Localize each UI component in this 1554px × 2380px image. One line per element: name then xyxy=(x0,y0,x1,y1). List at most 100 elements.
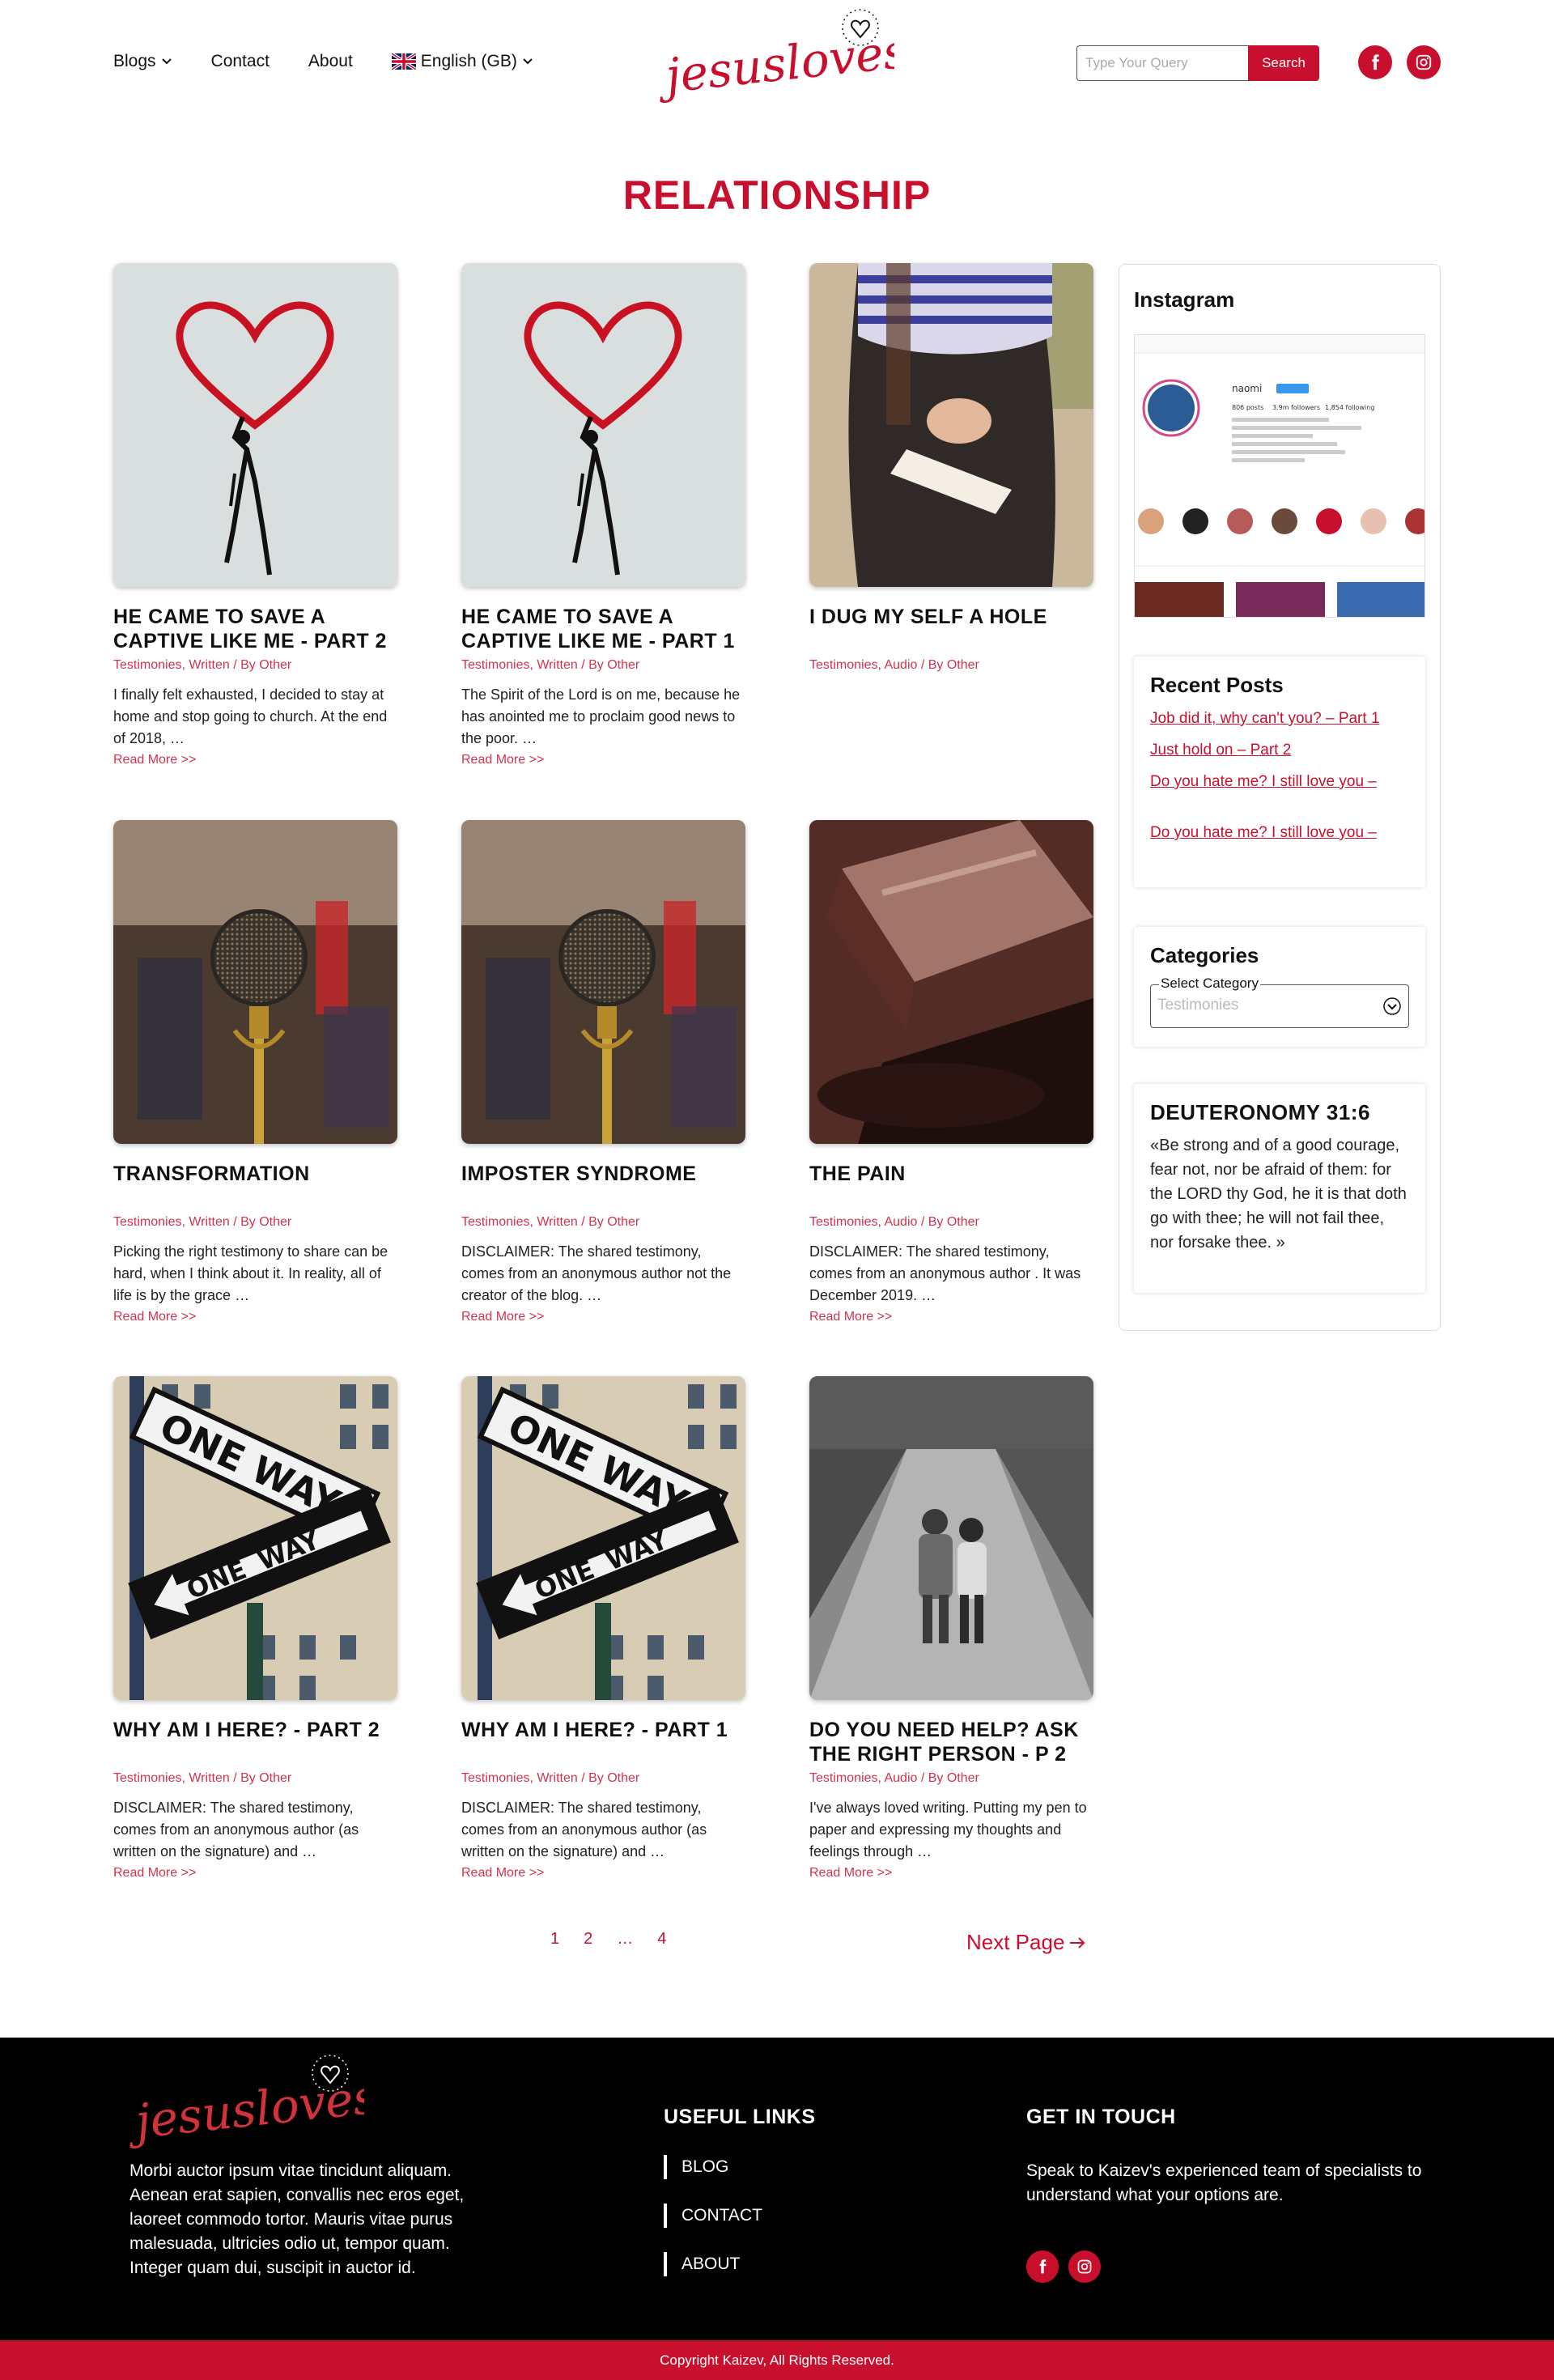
page-link[interactable]: 1 xyxy=(550,1930,559,1949)
categories-heading: Categories xyxy=(1150,943,1259,967)
verse-heading: DEUTERONOMY 31:6 xyxy=(1150,1100,1370,1124)
chevron-down-icon xyxy=(1383,997,1401,1015)
post-meta[interactable]: Testimonies, Written / By Other xyxy=(113,1215,397,1230)
arrow-right-icon xyxy=(1070,1936,1085,1949)
instagram-feed-preview[interactable]: naomi 806 posts 3.9m followers 1,854 fol… xyxy=(1134,334,1425,618)
post-excerpt: DISCLAIMER: The shared testimony, comes … xyxy=(113,1800,359,1859)
footer-link-contact[interactable]: CONTACT xyxy=(664,2204,762,2228)
post-card: WHY AM I HERE? - PART 2 Testimonies, Wri… xyxy=(113,1376,397,1881)
get-in-touch-text: Speak to Kaizev's experienced team of sp… xyxy=(1026,2161,1422,2204)
search-input[interactable] xyxy=(1076,45,1248,81)
svg-text:jesuslovesyou: jesuslovesyou xyxy=(660,15,894,104)
post-title[interactable]: I DUG MY SELF A HOLE xyxy=(809,605,1093,653)
useful-links-heading: USEFUL LINKS xyxy=(664,2106,816,2128)
instagram-icon[interactable] xyxy=(1068,2250,1101,2283)
post-card: HE CAME TO SAVE A CAPTIVE LIKE ME - PART… xyxy=(461,263,745,767)
page-ellipsis: … xyxy=(617,1930,634,1948)
verse-text: «Be strong and of a good courage, fear n… xyxy=(1150,1137,1407,1252)
post-card: THE PAIN Testimonies, Audio / By Other D… xyxy=(809,820,1093,1324)
read-more-link[interactable]: Read More >> xyxy=(113,753,397,767)
chevron-down-icon xyxy=(161,58,172,65)
read-more-link[interactable]: Read More >> xyxy=(809,1310,1093,1324)
read-more-link[interactable]: Read More >> xyxy=(461,753,745,767)
post-thumbnail[interactable] xyxy=(809,1376,1093,1700)
post-meta[interactable]: Testimonies, Audio / By Other xyxy=(809,1771,1093,1786)
post-card: WHY AM I HERE? - PART 1 Testimonies, Wri… xyxy=(461,1376,745,1881)
next-page-link[interactable]: Next Page xyxy=(966,1930,1087,1955)
post-title[interactable]: WHY AM I HERE? - PART 2 xyxy=(113,1718,397,1766)
verse-widget: DEUTERONOMY 31:6 «Be strong and of a goo… xyxy=(1134,1084,1425,1293)
instagram-stat: 1,854 following xyxy=(1325,404,1374,411)
post-thumbnail[interactable] xyxy=(809,263,1093,587)
nav-blogs[interactable]: Blogs xyxy=(113,52,172,71)
search-button[interactable]: Search xyxy=(1248,45,1319,81)
read-more-link[interactable]: Read More >> xyxy=(461,1866,745,1881)
post-excerpt: I finally felt exhausted, I decided to s… xyxy=(113,686,388,746)
footer-link-about[interactable]: ABOUT xyxy=(664,2252,762,2276)
post-thumbnail[interactable] xyxy=(461,820,745,1144)
post-card: IMPOSTER SYNDROME Testimonies, Written /… xyxy=(461,820,745,1324)
post-meta[interactable]: Testimonies, Written / By Other xyxy=(113,658,397,673)
post-title[interactable]: TRANSFORMATION xyxy=(113,1162,397,1210)
recent-post-link[interactable]: Do you hate me? I still love you – xyxy=(1150,771,1409,793)
post-excerpt: Picking the right testimony to share can… xyxy=(113,1243,388,1303)
copyright-bar: Copyright Kaizev, All Rights Reserved. xyxy=(0,2340,1554,2380)
post-thumbnail[interactable] xyxy=(113,820,397,1144)
instagram-stat: 3.9m followers xyxy=(1272,404,1320,411)
sidebar: Instagram naomi 806 posts 3.9m followers… xyxy=(1119,264,1441,1331)
post-thumbnail[interactable] xyxy=(809,820,1093,1144)
recent-post-link[interactable]: Just hold on – Part 2 xyxy=(1150,740,1409,761)
language-selector[interactable]: English (GB) xyxy=(391,52,533,71)
pagination: 1 2 … 4 xyxy=(550,1930,666,1949)
post-meta[interactable]: Testimonies, Written / By Other xyxy=(461,1215,745,1230)
instagram-icon[interactable] xyxy=(1407,45,1441,79)
footer-logo[interactable]: jesuslovesyou xyxy=(130,2046,364,2167)
post-thumbnail[interactable] xyxy=(461,263,745,587)
post-thumbnail[interactable] xyxy=(461,1376,745,1700)
page-link[interactable]: 4 xyxy=(657,1930,666,1949)
post-meta[interactable]: Testimonies, Written / By Other xyxy=(461,1771,745,1786)
nav-about[interactable]: About xyxy=(308,52,353,71)
main-nav: Blogs Contact About English (GB) xyxy=(113,52,533,71)
post-meta[interactable]: Testimonies, Audio / By Other xyxy=(809,658,1093,673)
category-select-value: Testimonies xyxy=(1157,997,1239,1014)
nav-contact[interactable]: Contact xyxy=(211,52,270,71)
post-meta[interactable]: Testimonies, Written / By Other xyxy=(113,1771,397,1786)
recent-posts-heading: Recent Posts xyxy=(1150,673,1284,697)
post-title[interactable]: HE CAME TO SAVE A CAPTIVE LIKE ME - PART… xyxy=(113,605,397,653)
recent-posts-widget: Recent Posts Job did it, why can't you? … xyxy=(1134,657,1425,887)
post-card: TRANSFORMATION Testimonies, Written / By… xyxy=(113,820,397,1324)
post-title[interactable]: HE CAME TO SAVE A CAPTIVE LIKE ME - PART… xyxy=(461,605,745,653)
search-form: Search xyxy=(1076,45,1319,81)
post-excerpt: DISCLAIMER: The shared testimony, comes … xyxy=(461,1800,707,1859)
header-social xyxy=(1358,45,1441,79)
post-excerpt: The Spirit of the Lord is on me, because… xyxy=(461,686,741,746)
read-more-link[interactable]: Read More >> xyxy=(113,1866,397,1881)
post-title[interactable]: DO YOU NEED HELP? ASK THE RIGHT PERSON -… xyxy=(809,1718,1093,1766)
post-card: HE CAME TO SAVE A CAPTIVE LIKE ME - PART… xyxy=(113,263,397,767)
post-thumbnail[interactable] xyxy=(113,1376,397,1700)
recent-post-link[interactable]: Job did it, why can't you? – Part 1 xyxy=(1150,708,1409,729)
post-title[interactable]: IMPOSTER SYNDROME xyxy=(461,1162,745,1210)
category-select[interactable]: Select Category Testimonies xyxy=(1150,975,1409,1028)
post-meta[interactable]: Testimonies, Audio / By Other xyxy=(809,1215,1093,1230)
post-thumbnail[interactable] xyxy=(113,263,397,587)
post-title[interactable]: THE PAIN xyxy=(809,1162,1093,1210)
instagram-heading: Instagram xyxy=(1134,287,1235,312)
read-more-link[interactable]: Read More >> xyxy=(113,1310,397,1324)
instagram-stat: 806 posts xyxy=(1232,404,1263,411)
site-header: Blogs Contact About English (GB) jesuslo… xyxy=(0,0,1554,130)
post-meta[interactable]: Testimonies, Written / By Other xyxy=(461,658,745,673)
footer-link-blog[interactable]: BLOG xyxy=(664,2155,762,2179)
facebook-icon[interactable] xyxy=(1026,2250,1059,2283)
read-more-link[interactable]: Read More >> xyxy=(809,1866,1093,1881)
post-title[interactable]: WHY AM I HERE? - PART 1 xyxy=(461,1718,745,1766)
page-title: RELATIONSHIP xyxy=(622,172,932,218)
post-excerpt: DISCLAIMER: The shared testimony, comes … xyxy=(461,1243,732,1303)
recent-post-link[interactable]: Do you hate me? I still love you – xyxy=(1150,822,1409,844)
facebook-icon[interactable] xyxy=(1358,45,1392,79)
post-excerpt: DISCLAIMER: The shared testimony, comes … xyxy=(809,1243,1081,1303)
read-more-link[interactable]: Read More >> xyxy=(461,1310,745,1324)
page-link[interactable]: 2 xyxy=(584,1930,592,1949)
site-logo[interactable]: jesuslovesyou xyxy=(660,0,894,121)
